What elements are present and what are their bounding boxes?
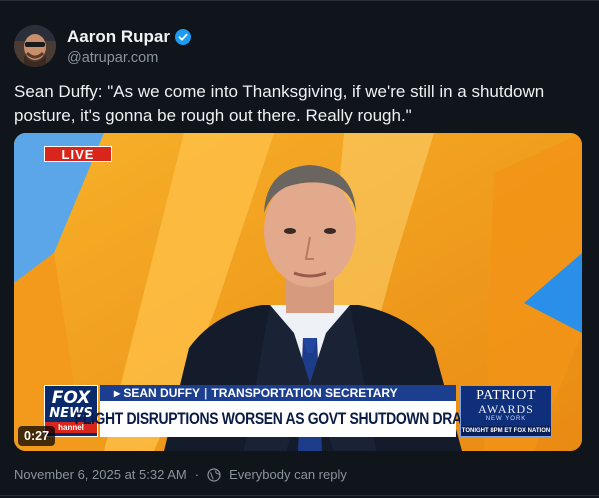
post-timestamp[interactable]: November 6, 2025 at 5:32 AM — [14, 467, 187, 482]
avatar[interactable] — [14, 25, 56, 67]
fox-logo-text: FOX — [51, 387, 91, 408]
video-player[interactable]: LIVE FOX NEWS hannel ▸ SEAN DUFFY | TRAN… — [14, 133, 582, 451]
promo-line-1: PATRIOT — [476, 388, 536, 403]
avatar-image — [14, 25, 56, 67]
footer-dot: · — [194, 467, 200, 482]
chyron-arrow-icon: ▸ — [114, 386, 124, 400]
promo-line-4: TONIGHT 8PM ET FOX NATION — [461, 426, 551, 436]
promo-line-3: NEW YORK — [485, 416, 527, 422]
chyron-headline-text: FLIGHT DISRUPTIONS WORSEN AS GOVT SHUTDO… — [74, 409, 482, 428]
author-name[interactable]: Aaron Rupar — [67, 27, 170, 47]
chyron-separator: | — [204, 386, 208, 400]
globe-icon — [207, 467, 221, 482]
live-badge: LIVE — [44, 146, 112, 162]
post-card[interactable]: Aaron Rupar @atrupar.com Sean Duffy: "As… — [0, 0, 599, 498]
chyron-title: TRANSPORTATION SECRETARY — [211, 386, 398, 400]
patriot-awards-promo: PATRIOT AWARDS NEW YORK TONIGHT 8PM ET F… — [460, 385, 552, 437]
divider — [0, 495, 599, 496]
chyron-name: SEAN DUFFY — [123, 386, 201, 400]
promo-line-2: AWARDS — [478, 402, 534, 416]
author-handle[interactable]: @atrupar.com — [67, 50, 158, 66]
chyron-headline: FLIGHT DISRUPTIONS WORSEN AS GOVT SHUTDO… — [75, 401, 482, 437]
chyron-nameplate: ▸ SEAN DUFFY | TRANSPORTATION SECRETARY — [100, 385, 456, 401]
post-text: Sean Duffy: "As we come into Thanksgivin… — [14, 82, 545, 125]
post-footer: November 6, 2025 at 5:32 AM · Everybody … — [14, 467, 347, 482]
verified-badge-icon — [174, 29, 191, 45]
reply-setting: Everybody can reply — [229, 467, 347, 482]
video-timecode: 0:27 — [18, 426, 56, 446]
